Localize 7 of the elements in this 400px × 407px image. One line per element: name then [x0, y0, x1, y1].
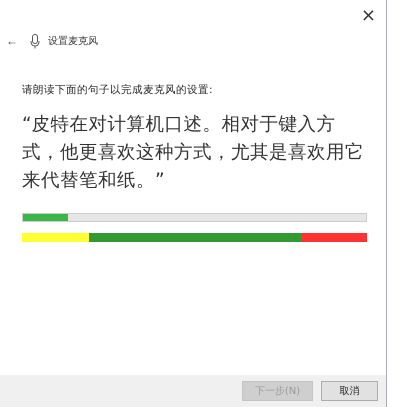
window-title: 设置麦克风 [48, 34, 98, 48]
cancel-button[interactable]: 取消 [321, 381, 378, 401]
close-button[interactable]: × [354, 2, 382, 28]
back-button[interactable]: ← [6, 34, 24, 48]
microphone-icon [30, 34, 40, 48]
instruction-text: 请朗读下面的句子以完成麦克风的设置: [22, 83, 214, 97]
sentence-text: “皮特在对计算机口述。相对于键入方式，他更喜欢这种方式，尤其是喜欢用它来代替笔和纸。” [22, 113, 365, 193]
